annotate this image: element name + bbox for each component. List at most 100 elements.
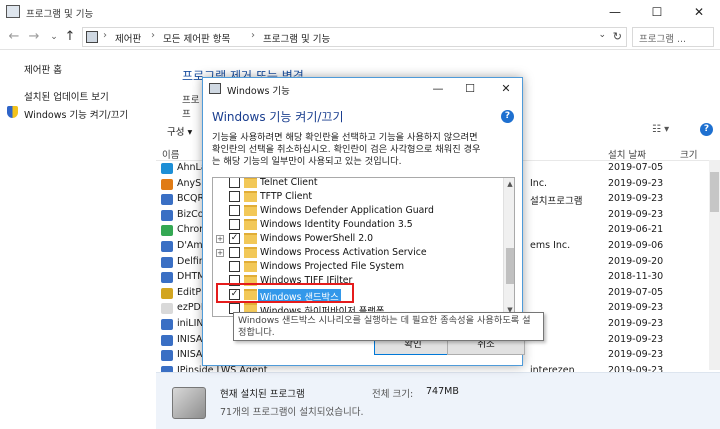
recent-locations-chevron-icon[interactable]: ⌄ <box>46 28 62 46</box>
list-scrollbar[interactable] <box>709 160 720 370</box>
breadcrumb-programs[interactable]: 프로그램 및 기능 <box>263 31 330 45</box>
page-description: 프로 <box>182 95 200 106</box>
control-panel-home-link[interactable]: 제어판 홈 <box>24 62 62 76</box>
program-name: AnySi <box>177 177 204 189</box>
details-count: 71개의 프로그램이 설치되었습니다. <box>220 407 364 418</box>
details-size-value: 747MB <box>426 386 459 397</box>
program-publisher: Inc. <box>530 177 548 189</box>
refresh-icon[interactable]: ↻ <box>613 30 622 43</box>
dialog-close-button[interactable]: ✕ <box>492 78 520 100</box>
program-install-date: 2019-09-23 <box>608 318 664 329</box>
search-input[interactable]: 프로그램 ... <box>632 27 714 47</box>
close-button[interactable]: ✕ <box>678 0 720 24</box>
column-name[interactable]: 이름 <box>162 147 179 161</box>
details-size-label: 전체 크기: <box>372 389 414 400</box>
feature-item[interactable]: Windows Identity Foundation 3.5 <box>213 218 503 232</box>
programs-icon <box>172 387 206 419</box>
folder-icon <box>244 178 257 188</box>
features-scrollbar-thumb[interactable] <box>506 248 514 284</box>
scroll-up-icon[interactable]: ▲ <box>504 178 514 190</box>
highlight-annotation <box>216 283 354 303</box>
feature-item[interactable]: Windows Defender Application Guard <box>213 204 503 218</box>
page-description-2: 프 <box>182 109 191 120</box>
windows-features-link[interactable]: Windows 기능 켜기/끄기 <box>24 107 128 121</box>
program-icon <box>161 272 173 284</box>
program-name: EditPl <box>177 286 204 298</box>
control-panel-icon <box>6 5 20 18</box>
view-options-icon[interactable]: ☷ ▾ <box>652 124 669 135</box>
feature-label: TFTP Client <box>260 191 313 202</box>
program-name: BCQR <box>177 193 205 205</box>
folder-icon <box>244 261 257 272</box>
feature-item[interactable]: + Windows Process Activation Service <box>213 246 503 260</box>
program-icon <box>161 241 173 252</box>
program-name: INISA <box>177 349 203 361</box>
windows-features-icon <box>209 83 221 94</box>
breadcrumb-control-panel[interactable]: 제어판 <box>115 31 141 45</box>
minimize-button[interactable]: — <box>594 0 636 24</box>
dialog-help-icon[interactable]: ? <box>501 110 514 123</box>
control-panel-icon <box>86 31 98 43</box>
dialog-minimize-button[interactable]: — <box>424 78 452 100</box>
scrollbar-thumb[interactable] <box>710 172 719 212</box>
program-name: INISA <box>177 333 203 345</box>
feature-checkbox[interactable]: ✓ <box>229 233 240 244</box>
feature-checkbox[interactable] <box>229 261 240 272</box>
expand-icon[interactable]: + <box>216 249 224 257</box>
program-install-date: 2019-07-05 <box>608 162 664 173</box>
address-bar[interactable]: › 제어판 › 모든 제어판 항목 › 프로그램 및 기능 ⌄ ↻ <box>82 27 627 47</box>
title-bar: 프로그램 및 기능 — ☐ ✕ <box>0 0 720 24</box>
program-name: Delfin <box>177 255 205 267</box>
feature-item[interactable]: Telnet Client <box>213 178 503 190</box>
forward-arrow-icon[interactable]: → <box>26 28 42 46</box>
program-install-date: 2019-09-06 <box>608 240 664 251</box>
dialog-description-2: 확인란의 선택을 취소하십시오. 확인란이 검은 사각형으로 채워진 경우 <box>212 144 481 155</box>
dialog-heading: Windows 기능 켜기/끄기 <box>212 110 344 124</box>
feature-item[interactable]: + ✓ Windows PowerShell 2.0 <box>213 232 503 246</box>
column-install-date[interactable]: 설치 날짜 <box>608 147 646 161</box>
organize-menu[interactable]: 구성 ▾ <box>167 124 192 138</box>
feature-checkbox[interactable] <box>229 219 240 230</box>
program-install-date: 2019-09-23 <box>608 302 664 314</box>
program-icon <box>161 287 173 299</box>
installed-updates-link[interactable]: 설치된 업데이트 보기 <box>24 89 109 103</box>
back-arrow-icon[interactable]: ← <box>6 28 22 46</box>
folder-icon <box>244 247 257 258</box>
dialog-maximize-button[interactable]: ☐ <box>456 78 484 100</box>
feature-label: Windows Identity Foundation 3.5 <box>260 219 413 230</box>
program-icon <box>161 225 173 237</box>
breadcrumb-all-items[interactable]: 모든 제어판 항목 <box>163 31 230 45</box>
program-name: BizCo <box>177 208 204 220</box>
program-icon <box>161 334 173 346</box>
feature-checkbox[interactable] <box>229 191 240 202</box>
program-icon <box>161 303 173 315</box>
feature-item[interactable]: Windows Projected File System <box>213 260 503 274</box>
program-icon <box>161 350 173 362</box>
program-install-date: 2019-09-23 <box>608 333 664 345</box>
feature-item[interactable]: TFTP Client <box>213 190 503 204</box>
program-install-date: 2019-09-23 <box>608 349 664 361</box>
program-install-date: 2019-06-21 <box>608 224 664 236</box>
dialog-title-bar: Windows 기능 — ☐ ✕ <box>203 78 522 100</box>
address-dropdown-icon[interactable]: ⌄ <box>598 30 606 40</box>
feature-checkbox[interactable] <box>229 178 240 188</box>
expand-icon[interactable]: + <box>216 235 224 243</box>
feature-label: Windows PowerShell 2.0 <box>260 233 373 244</box>
details-pane: 현재 설치된 프로그램 71개의 프로그램이 설치되었습니다. 전체 크기: 7… <box>156 372 720 429</box>
column-size[interactable]: 크기 <box>680 147 697 161</box>
up-arrow-icon[interactable]: ↑ <box>62 28 78 46</box>
maximize-button[interactable]: ☐ <box>636 0 678 24</box>
program-icon <box>161 163 173 174</box>
folder-icon <box>244 233 257 244</box>
features-scrollbar[interactable]: ▲ ▼ <box>503 178 514 316</box>
feature-label: Windows Process Activation Service <box>260 247 427 258</box>
feature-checkbox[interactable] <box>229 247 240 258</box>
program-install-date: 2018-11-30 <box>608 271 664 283</box>
folder-icon <box>244 205 257 216</box>
program-name: iniLIN <box>177 318 204 329</box>
help-icon[interactable]: ? <box>700 123 713 136</box>
feature-checkbox[interactable] <box>229 205 240 216</box>
program-install-date: 2019-09-23 <box>608 208 664 220</box>
programs-and-features-window: 프로그램 및 기능 — ☐ ✕ ← → ⌄ ↑ › 제어판 › 모든 제어판 항… <box>0 0 720 429</box>
program-name: Chron <box>177 224 206 236</box>
